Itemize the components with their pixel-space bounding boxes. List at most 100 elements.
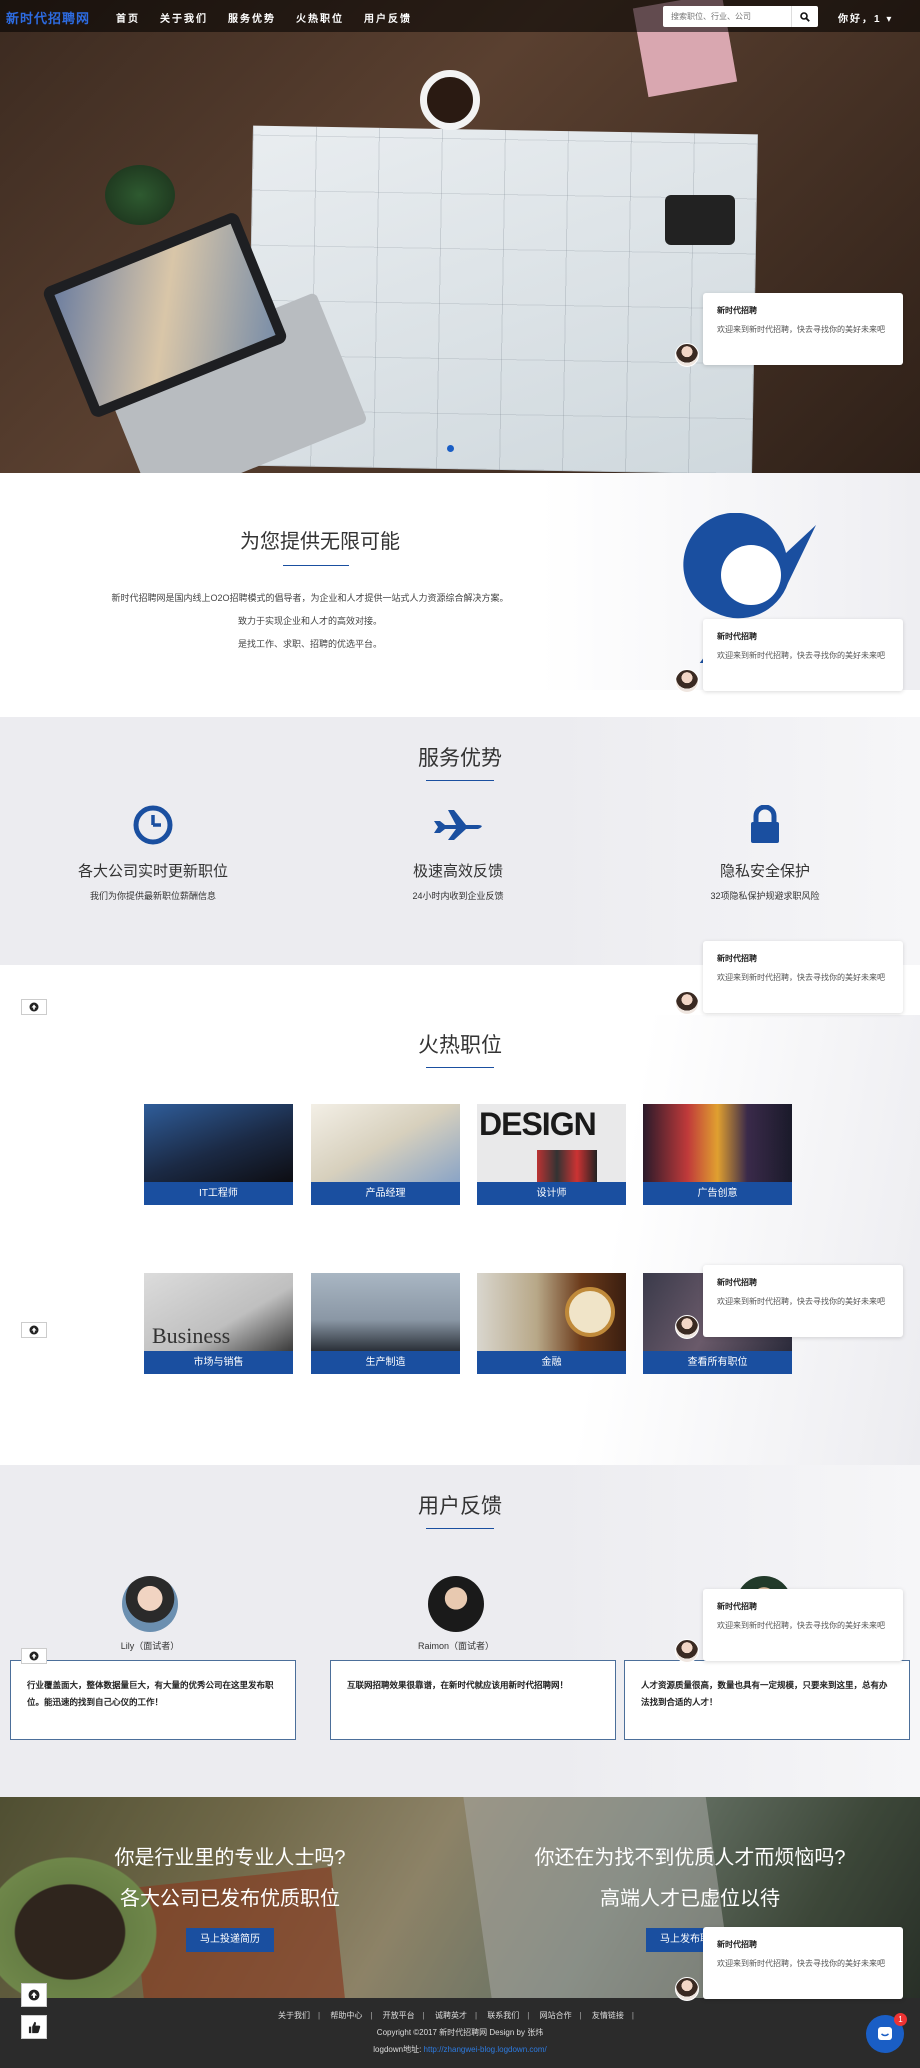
chat-avatar <box>675 991 699 1015</box>
job-card-ad[interactable]: 广告创意 <box>643 1104 792 1205</box>
nav-item-about[interactable]: 关于我们 <box>160 10 208 25</box>
cta-right-question: 你还在为找不到优质人才而烦恼吗? <box>534 1847 846 1869</box>
chat-message: 欢迎来到新时代招聘，快去寻找你的美好未来吧 <box>717 1621 885 1630</box>
chat-popup[interactable]: 新时代招聘欢迎来到新时代招聘，快去寻找你的美好未来吧 <box>675 941 905 1015</box>
job-card-it[interactable]: IT工程师 <box>144 1104 293 1205</box>
job-label: 广告创意 <box>643 1182 792 1205</box>
chat-popup[interactable]: 新时代招聘 欢迎来到新时代招聘，快去寻找你的美好未来吧 <box>675 1927 905 2001</box>
brand-logo[interactable]: 新时代招聘网 <box>6 8 90 27</box>
chat-title: 新时代招聘 <box>717 306 757 315</box>
footer-link-friends[interactable]: 友情链接 <box>592 2011 624 2020</box>
arrow-up-icon <box>29 1651 39 1661</box>
job-image: Business <box>144 1273 293 1351</box>
arrow-up-icon <box>29 1002 39 1012</box>
hot-jobs-title: 火热职位 <box>418 1034 502 1057</box>
job-label: 生产制造 <box>311 1351 460 1374</box>
service-title: 极速高效反馈 <box>412 863 503 880</box>
chat-title: 新时代招聘 <box>717 954 757 963</box>
business-word: Business <box>152 1323 231 1348</box>
main-menu: 首页 关于我们 服务优势 火热职位 用户反馈 <box>116 10 432 25</box>
feedback-text: 互联网招聘效果很靠谱，在新时代就应该用新时代招聘网！ <box>347 1680 569 1690</box>
nav-item-hot-jobs[interactable]: 火热职位 <box>296 10 344 25</box>
chat-avatar <box>675 1977 699 2001</box>
hero-plant <box>105 165 175 225</box>
back-to-top-button[interactable] <box>21 1648 47 1664</box>
chat-avatar <box>675 343 699 367</box>
chat-popup[interactable]: 新时代招聘 欢迎来到新时代招聘，快去寻找你的美好未来吧 <box>675 1589 905 1663</box>
footer-link-cooperation[interactable]: 网站合作 <box>540 2011 572 2020</box>
cta-left-question: 你是行业里的专业人士吗? <box>114 1847 346 1869</box>
search-icon <box>800 11 810 22</box>
hot-jobs-section: 火热职位 IT工程师 产品经理 DESIGN 设计师 广告创意 Business… <box>0 1015 920 1465</box>
chat-message: 欢迎来到新时代招聘，快去寻找你的美好未来吧 <box>717 325 885 334</box>
nav-item-home[interactable]: 首页 <box>116 10 140 25</box>
service-desc: 32项隐私保护规避求职风险 <box>710 891 820 901</box>
lock-icon <box>751 805 779 843</box>
clock-icon <box>133 805 173 845</box>
nav-item-feedback[interactable]: 用户反馈 <box>364 10 412 25</box>
service-title: 各大公司实时更新职位 <box>77 863 228 880</box>
notification-badge: 1 <box>894 2013 907 2026</box>
chat-message: 欢迎来到新时代招聘，快去寻找你的美好未来吧 <box>717 973 885 982</box>
chat-title: 新时代招聘 <box>717 632 757 641</box>
user-menu[interactable]: 你好，1 ▾ <box>838 10 893 25</box>
job-card-sales[interactable]: Business 市场与销售 <box>144 1273 293 1374</box>
avatar <box>428 1576 484 1632</box>
blog-link[interactable]: http://zhangwei-blog.logdown.com/ <box>424 2045 547 2054</box>
chat-popup[interactable]: 新时代招聘欢迎来到新时代招聘，快去寻找你的美好未来吧 <box>675 293 905 367</box>
copyright-text: Copyright ©2017 新时代招聘网 Design by 张炜 <box>376 2028 544 2037</box>
feedback-card: 人才资源质量很高，数量也具有一定规模，只要来到这里，总有办法找到合适的人才！ <box>624 1660 910 1740</box>
service-item: 极速高效反馈 24小时内收到企业反馈 <box>328 804 588 902</box>
site-footer: 关于我们 | 帮助中心 | 开放平台 | 诚聘英才 | 联系我们 | 网站合作 | 友情链接… <box>0 1998 920 2068</box>
job-label: 金融 <box>477 1351 626 1374</box>
hero-camera <box>665 195 735 245</box>
back-to-top-button[interactable] <box>21 1322 47 1338</box>
chat-title: 新时代招聘 <box>717 1278 757 1287</box>
back-to-top-button[interactable] <box>21 1983 47 2007</box>
blog-address: logdown地址: http://zhangwei-blog.logdown.… <box>0 2044 920 2055</box>
footer-link-careers[interactable]: 诚聘英才 <box>435 2011 467 2020</box>
search-box <box>663 6 818 27</box>
chat-message: 欢迎来到新时代招聘，快去寻找你的美好未来吧 <box>717 1297 885 1306</box>
nav-item-services[interactable]: 服务优势 <box>228 10 276 25</box>
feedback-card: 互联网招聘效果很靠谱，在新时代就应该用新时代招聘网！ <box>330 1660 616 1740</box>
footer-links: 关于我们 | 帮助中心 | 开放平台 | 诚聘英才 | 联系我们 | 网站合作 | 友情链接… <box>278 2011 634 2020</box>
top-nav: 新时代招聘网 首页 关于我们 服务优势 火热职位 用户反馈 你好，1 ▾ <box>0 0 920 32</box>
like-button[interactable] <box>21 2015 47 2039</box>
job-label: IT工程师 <box>144 1182 293 1205</box>
footer-link-about[interactable]: 关于我们 <box>278 2011 310 2020</box>
search-input[interactable] <box>663 6 791 27</box>
carousel-indicator[interactable] <box>447 445 454 452</box>
search-button[interactable] <box>791 6 818 27</box>
feedback-title: 用户反馈 <box>418 1495 502 1518</box>
job-image <box>477 1273 626 1351</box>
job-image <box>144 1104 293 1182</box>
chat-avatar <box>675 1639 699 1663</box>
avatar <box>122 1576 178 1632</box>
service-desc: 我们为你提供最新职位薪酬信息 <box>89 891 216 901</box>
footer-link-help[interactable]: 帮助中心 <box>330 2011 362 2020</box>
job-card-manufacturing[interactable]: 生产制造 <box>311 1273 460 1374</box>
design-word: DESIGN <box>479 1106 597 1142</box>
services-title: 服务优势 <box>418 747 502 770</box>
footer-link-open-platform[interactable]: 开放平台 <box>383 2011 415 2020</box>
chat-popup[interactable]: 新时代招聘欢迎来到新时代招聘，快去寻找你的美好未来吧 <box>675 1265 905 1339</box>
feedback-name: Lily（面试者） <box>120 1641 180 1651</box>
job-card-finance[interactable]: 金融 <box>477 1273 626 1374</box>
chat-popup[interactable]: 新时代招聘 欢迎来到新时代招聘，快去寻找你的美好未来吧 <box>675 619 905 693</box>
thumbs-up-icon <box>28 2021 40 2033</box>
footer-link-contact[interactable]: 联系我们 <box>487 2011 519 2020</box>
job-card-design[interactable]: DESIGN 设计师 <box>477 1104 626 1205</box>
job-card-product[interactable]: 产品经理 <box>311 1104 460 1205</box>
plane-icon <box>434 810 482 840</box>
job-image <box>311 1273 460 1351</box>
arrow-up-icon <box>29 1325 39 1335</box>
intro-title: 为您提供无限可能 <box>240 531 400 553</box>
job-label: 市场与销售 <box>144 1351 293 1374</box>
intro-line: 是找工作、求职、招聘的优选平台。 <box>237 639 382 649</box>
hero-coffee-cup <box>420 70 480 130</box>
service-title: 隐私安全保护 <box>719 863 810 880</box>
back-to-top-button[interactable] <box>21 999 47 1015</box>
feedback-card: 行业覆盖面大，整体数据量巨大，有大量的优秀公司在这里发布职位。能迅速的找到自己心… <box>10 1660 296 1740</box>
submit-resume-button[interactable]: 马上投递简历 <box>186 1928 274 1952</box>
